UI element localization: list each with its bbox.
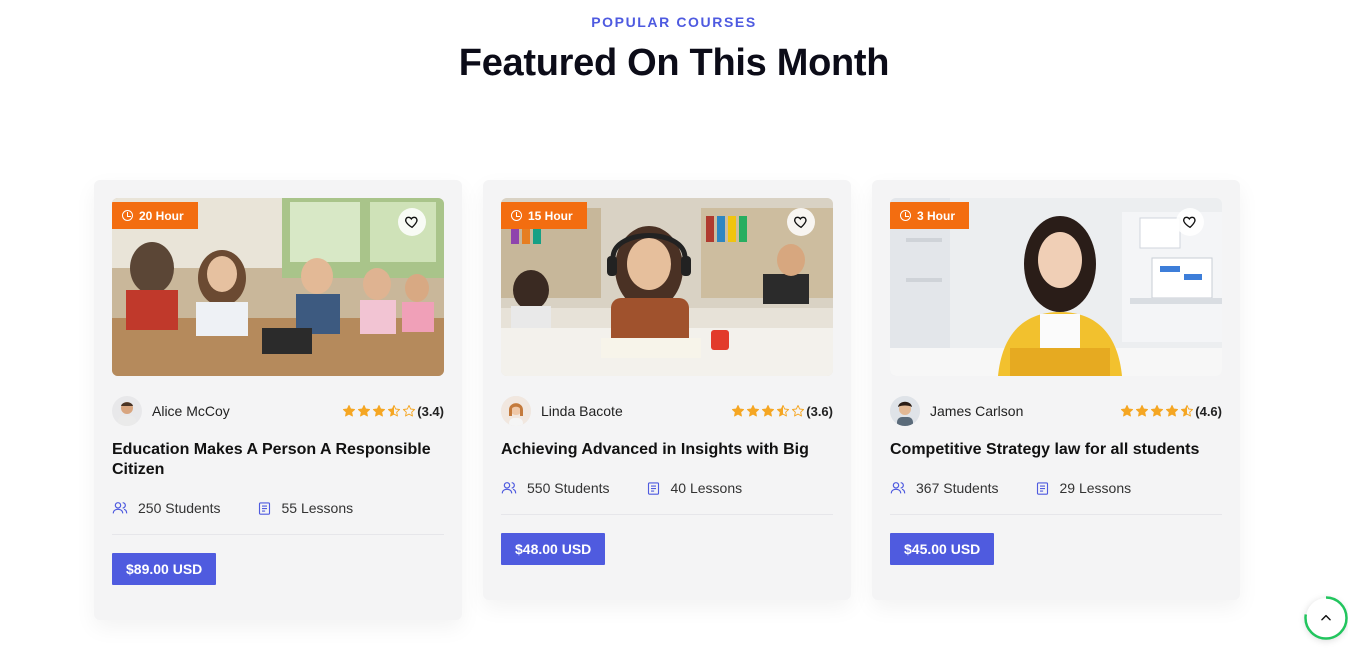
star-half-icon: [1181, 404, 1194, 417]
heart-icon: [1183, 216, 1196, 229]
star-filled-icon: [343, 404, 356, 417]
users-icon: [501, 482, 517, 494]
section-eyebrow: POPULAR COURSES: [591, 14, 757, 30]
lessons-label: 55 Lessons: [281, 500, 354, 516]
students-label: 550 Students: [527, 480, 610, 496]
divider: [501, 514, 833, 515]
star-half-icon: [388, 404, 401, 417]
students-count: 250 Students: [112, 500, 221, 516]
duration-label: 15 Hour: [528, 208, 573, 223]
star-filled-icon: [762, 404, 775, 417]
document-icon: [258, 501, 270, 515]
students-count: 367 Students: [890, 480, 999, 496]
course-card[interactable]: 15 Hour Linda Bacote (3.6) Achieving Adv…: [483, 180, 851, 600]
star-filled-icon: [1121, 404, 1134, 417]
heart-icon: [405, 216, 418, 229]
avatar: [501, 396, 531, 426]
clock-icon: [122, 210, 133, 221]
rating: (3.4): [342, 404, 444, 419]
course-card[interactable]: 20 Hour Alice McCoy (3.4) Education Make…: [94, 180, 462, 620]
heart-icon: [794, 216, 807, 229]
course-title[interactable]: Achieving Advanced in Insights with Big: [501, 440, 833, 460]
course-image[interactable]: 15 Hour: [501, 198, 833, 376]
rating-stars: [731, 404, 805, 418]
price-button[interactable]: $45.00 USD: [890, 533, 995, 565]
section-title: Featured On This Month: [458, 42, 890, 84]
students-label: 250 Students: [138, 500, 221, 516]
scroll-to-top-button[interactable]: [1304, 596, 1348, 640]
rating: (4.6): [1120, 404, 1222, 419]
duration-label: 3 Hour: [917, 208, 956, 223]
avatar: [112, 396, 142, 426]
instructor[interactable]: James Carlson: [890, 396, 1023, 426]
lessons-count: 29 Lessons: [1035, 480, 1132, 496]
course-image[interactable]: 20 Hour: [112, 198, 444, 376]
document-icon: [1036, 481, 1048, 495]
star-filled-icon: [1151, 404, 1164, 417]
duration-badge: 15 Hour: [501, 202, 587, 229]
wishlist-button[interactable]: [1176, 208, 1204, 236]
course-image[interactable]: 3 Hour: [890, 198, 1222, 376]
clock-icon: [511, 210, 522, 221]
users-icon: [890, 482, 906, 494]
instructor-name: James Carlson: [930, 403, 1024, 419]
star-empty-icon: [792, 404, 805, 417]
lessons-count: 55 Lessons: [257, 500, 354, 516]
star-filled-icon: [1166, 404, 1179, 417]
rating-stars: [342, 404, 416, 418]
duration-label: 20 Hour: [139, 208, 184, 223]
price-button[interactable]: $48.00 USD: [501, 533, 606, 565]
students-count: 550 Students: [501, 480, 610, 496]
course-title[interactable]: Competitive Strategy law for all student…: [890, 440, 1222, 460]
course-title[interactable]: Education Makes A Person A Responsible C…: [112, 440, 444, 480]
star-filled-icon: [732, 404, 745, 417]
scroll-progress-ring: [1304, 596, 1348, 640]
avatar: [890, 396, 920, 426]
star-filled-icon: [1136, 404, 1149, 417]
instructor[interactable]: Linda Bacote: [501, 396, 623, 426]
divider: [112, 534, 444, 535]
price-button[interactable]: $89.00 USD: [112, 553, 217, 585]
students-label: 367 Students: [916, 480, 999, 496]
rating-value: (3.4): [417, 403, 444, 419]
lessons-label: 40 Lessons: [670, 480, 743, 496]
course-card[interactable]: 3 Hour James Carlson (4.6) Competitive S…: [872, 180, 1240, 600]
wishlist-button[interactable]: [787, 208, 815, 236]
rating-value: (4.6): [1195, 403, 1222, 419]
rating-value: (3.6): [806, 403, 833, 419]
users-icon: [112, 502, 128, 514]
instructor-name: Linda Bacote: [541, 403, 623, 419]
instructor-name: Alice McCoy: [152, 403, 230, 419]
lessons-count: 40 Lessons: [646, 480, 743, 496]
instructor[interactable]: Alice McCoy: [112, 396, 230, 426]
rating-stars: [1120, 404, 1194, 418]
wishlist-button[interactable]: [398, 208, 426, 236]
rating: (3.6): [731, 404, 833, 419]
clock-icon: [900, 210, 911, 221]
divider: [890, 514, 1222, 515]
lessons-label: 29 Lessons: [1059, 480, 1132, 496]
star-filled-icon: [373, 404, 386, 417]
document-icon: [647, 481, 659, 495]
star-half-icon: [777, 404, 790, 417]
star-filled-icon: [747, 404, 760, 417]
star-empty-icon: [403, 404, 416, 417]
duration-badge: 3 Hour: [890, 202, 970, 229]
star-filled-icon: [358, 404, 371, 417]
duration-badge: 20 Hour: [112, 202, 198, 229]
